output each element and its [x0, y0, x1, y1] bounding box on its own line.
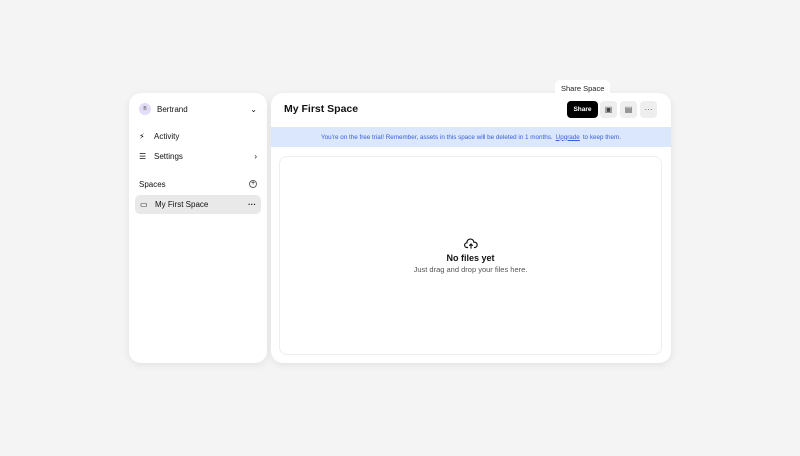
new-folder-icon[interactable]: ▣: [600, 101, 617, 118]
spaces-heading: Spaces: [139, 179, 166, 189]
main-panel: My First Space Share ▣ ▤ ··· You're on t…: [271, 93, 671, 363]
lightning-icon: ⚡︎: [139, 131, 145, 141]
space-item-my-first-space[interactable]: ▭ My First Space ···: [135, 195, 261, 214]
avatar: B: [139, 103, 151, 115]
user-name: Bertrand: [157, 104, 188, 114]
upload-cloud-icon: [463, 237, 478, 249]
sliders-icon: ☰: [139, 151, 147, 161]
user-menu[interactable]: B Bertrand ⌄: [139, 100, 257, 118]
sidebar-item-settings[interactable]: ☰ Settings ›: [139, 147, 257, 165]
banner-text: You're on the free trial! Remember, asse…: [321, 133, 553, 141]
sidebar-item-label: Settings: [154, 151, 183, 161]
sidebar-item-activity[interactable]: ⚡︎ Activity: [139, 127, 257, 145]
page-title: My First Space: [284, 103, 359, 115]
tooltip: Share Space: [555, 80, 611, 97]
empty-subtitle: Just drag and drop your files here.: [413, 264, 528, 274]
banner-suffix: to keep them.: [582, 133, 621, 141]
add-space-icon[interactable]: +: [249, 180, 257, 188]
folder-icon: ▭: [140, 200, 148, 209]
upgrade-link[interactable]: Upgrade: [556, 134, 580, 141]
new-file-icon[interactable]: ▤: [620, 101, 637, 118]
trial-banner: You're on the free trial! Remember, asse…: [271, 127, 671, 147]
chevron-down-icon: ⌄: [250, 104, 257, 114]
sidebar: B Bertrand ⌄ ⚡︎ Activity ☰ Settings › Sp…: [129, 93, 267, 363]
space-label: My First Space: [155, 200, 209, 209]
empty-title: No files yet: [446, 252, 495, 263]
sidebar-item-label: Activity: [154, 131, 180, 141]
more-options-icon[interactable]: ···: [640, 101, 657, 118]
drop-zone[interactable]: No files yet Just drag and drop your fil…: [279, 156, 662, 355]
share-button[interactable]: Share: [567, 101, 598, 118]
more-icon[interactable]: ···: [248, 200, 256, 209]
spaces-header: Spaces +: [139, 175, 257, 193]
chevron-right-icon: ›: [254, 151, 257, 161]
